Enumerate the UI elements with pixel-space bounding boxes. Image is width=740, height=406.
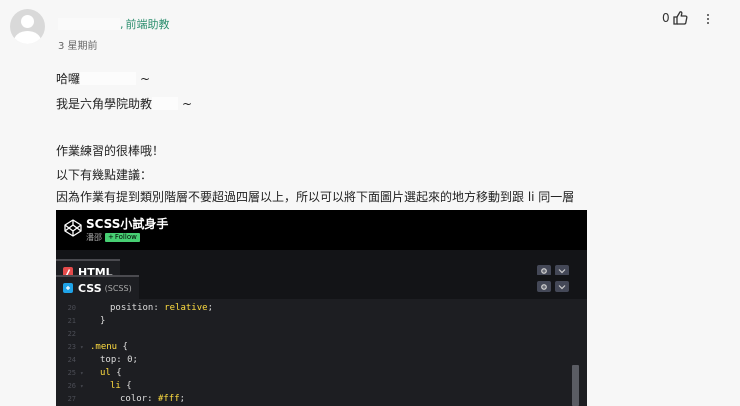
code-text: .menu { (90, 342, 128, 352)
avatar[interactable] (10, 9, 45, 44)
avatar-body (14, 31, 41, 44)
code-token: { (117, 342, 128, 352)
plus-icon: + (108, 233, 114, 241)
advice-line: 因為作業有提到類別階層不要超過四層以上，所以可以將下面圖片選起來的地方移動到跟 … (56, 190, 575, 204)
tab-css: CSS (SCSS) (56, 275, 139, 299)
code-token: ; (132, 355, 138, 365)
ta-name-redacted (152, 97, 179, 110)
code-token: li (110, 381, 121, 391)
follow-label: Follow (114, 233, 137, 241)
gear-icon (537, 281, 551, 292)
student-name-redacted (80, 72, 137, 85)
code-line: 21} (56, 316, 576, 328)
intro-prefix: 我是六角學院助教 (56, 97, 153, 111)
css-icon (63, 283, 73, 293)
code-scroll-thumb (572, 365, 579, 406)
code-line: 25 ▾ ul { (56, 368, 576, 380)
code-token: top (100, 355, 117, 365)
tab-css-sub: (SCSS) (104, 283, 132, 293)
code-line: 24 top: 0; (56, 355, 576, 367)
pen-title: SCSS小試身手 (86, 217, 169, 231)
author-row: , 前端助教 (58, 16, 170, 32)
author-name-redacted (58, 18, 120, 30)
intro-line: 我是六角學院助教 ~ (56, 95, 192, 112)
follow-button: + Follow (105, 233, 140, 242)
pen-gap (56, 250, 587, 259)
like-count: 0 (662, 11, 670, 25)
code-text: top: 0; (100, 355, 138, 365)
code-text: li { (110, 381, 132, 391)
line-number: 24 (67, 356, 76, 364)
codepen-logo-icon (62, 217, 84, 239)
like-button[interactable]: 0 (662, 11, 688, 25)
fold-arrow-icon: ▾ (80, 344, 84, 351)
code-token: : (147, 394, 158, 404)
comment-time: 3 星期前 (58, 41, 98, 52)
code-text: ul { (100, 368, 122, 378)
pen-author-row: 潘邵 + Follow (86, 232, 140, 243)
chevron-down-icon (555, 281, 569, 292)
line-number: 26 (67, 382, 76, 390)
fold-arrow-icon: ▾ (80, 370, 84, 377)
pen-author: 潘邵 (86, 233, 102, 242)
fold-arrow-icon: ▾ (80, 383, 84, 390)
greeting-suffix: ~ (140, 71, 151, 86)
code-line: 20 position: relative; (56, 303, 576, 315)
code-token: } (100, 316, 106, 326)
intro-suffix: ~ (182, 96, 193, 111)
line-number: 25 (67, 369, 76, 377)
css-tabbar: CSS (SCSS) (56, 275, 587, 299)
code-text: } (100, 316, 105, 326)
code-editor: 20 position: relative; 21} 22 23 ▾ .menu {24 to… (56, 299, 587, 406)
author-role: 前端助教 (125, 18, 170, 31)
code-token: { (110, 368, 122, 378)
code-token: ; (179, 394, 186, 404)
line-number: 27 (67, 395, 76, 403)
code-token: ul (100, 368, 111, 378)
line-number: 20 (67, 304, 76, 312)
code-token: .menu (90, 342, 118, 352)
code-text: position: relative; (110, 303, 213, 313)
greeting-prefix: 哈囉 (56, 72, 81, 86)
line-number: 23 (67, 343, 76, 351)
praise-line: 作業練習的很棒哦！ (56, 144, 165, 158)
more-options-icon[interactable] (703, 11, 713, 27)
code-token: { (120, 381, 132, 391)
greeting-line: 哈囉 ~ (56, 70, 150, 87)
code-token: ; (207, 303, 213, 313)
advice-title-line: 以下有幾點建議： (56, 168, 153, 182)
code-line: 23 ▾ .menu { (56, 342, 576, 354)
role-separator: , (120, 17, 124, 31)
codepen-screenshot: SCSS小試身手 潘邵 + Follow HTML CSS (SCSS) 20 … (56, 210, 587, 406)
line-number: 22 (67, 330, 76, 338)
thumbs-up-icon (672, 11, 688, 25)
code-token: position (110, 303, 154, 313)
code-line: 22 (56, 329, 576, 341)
code-token: #fff (157, 394, 180, 404)
tab-css-label: CSS (78, 281, 102, 295)
pen-header: SCSS小試身手 潘邵 + Follow (56, 210, 587, 250)
code-line: 27 color: #fff; (56, 394, 576, 406)
line-number: 21 (67, 317, 76, 325)
code-token: relative (164, 303, 208, 313)
code-token: color (120, 394, 148, 404)
code-line: 26 ▾ li { (56, 381, 576, 393)
code-text: color: #fff; (120, 394, 185, 404)
avatar-head (21, 15, 34, 28)
code-token: : (116, 355, 128, 365)
code-token: : (153, 303, 165, 313)
